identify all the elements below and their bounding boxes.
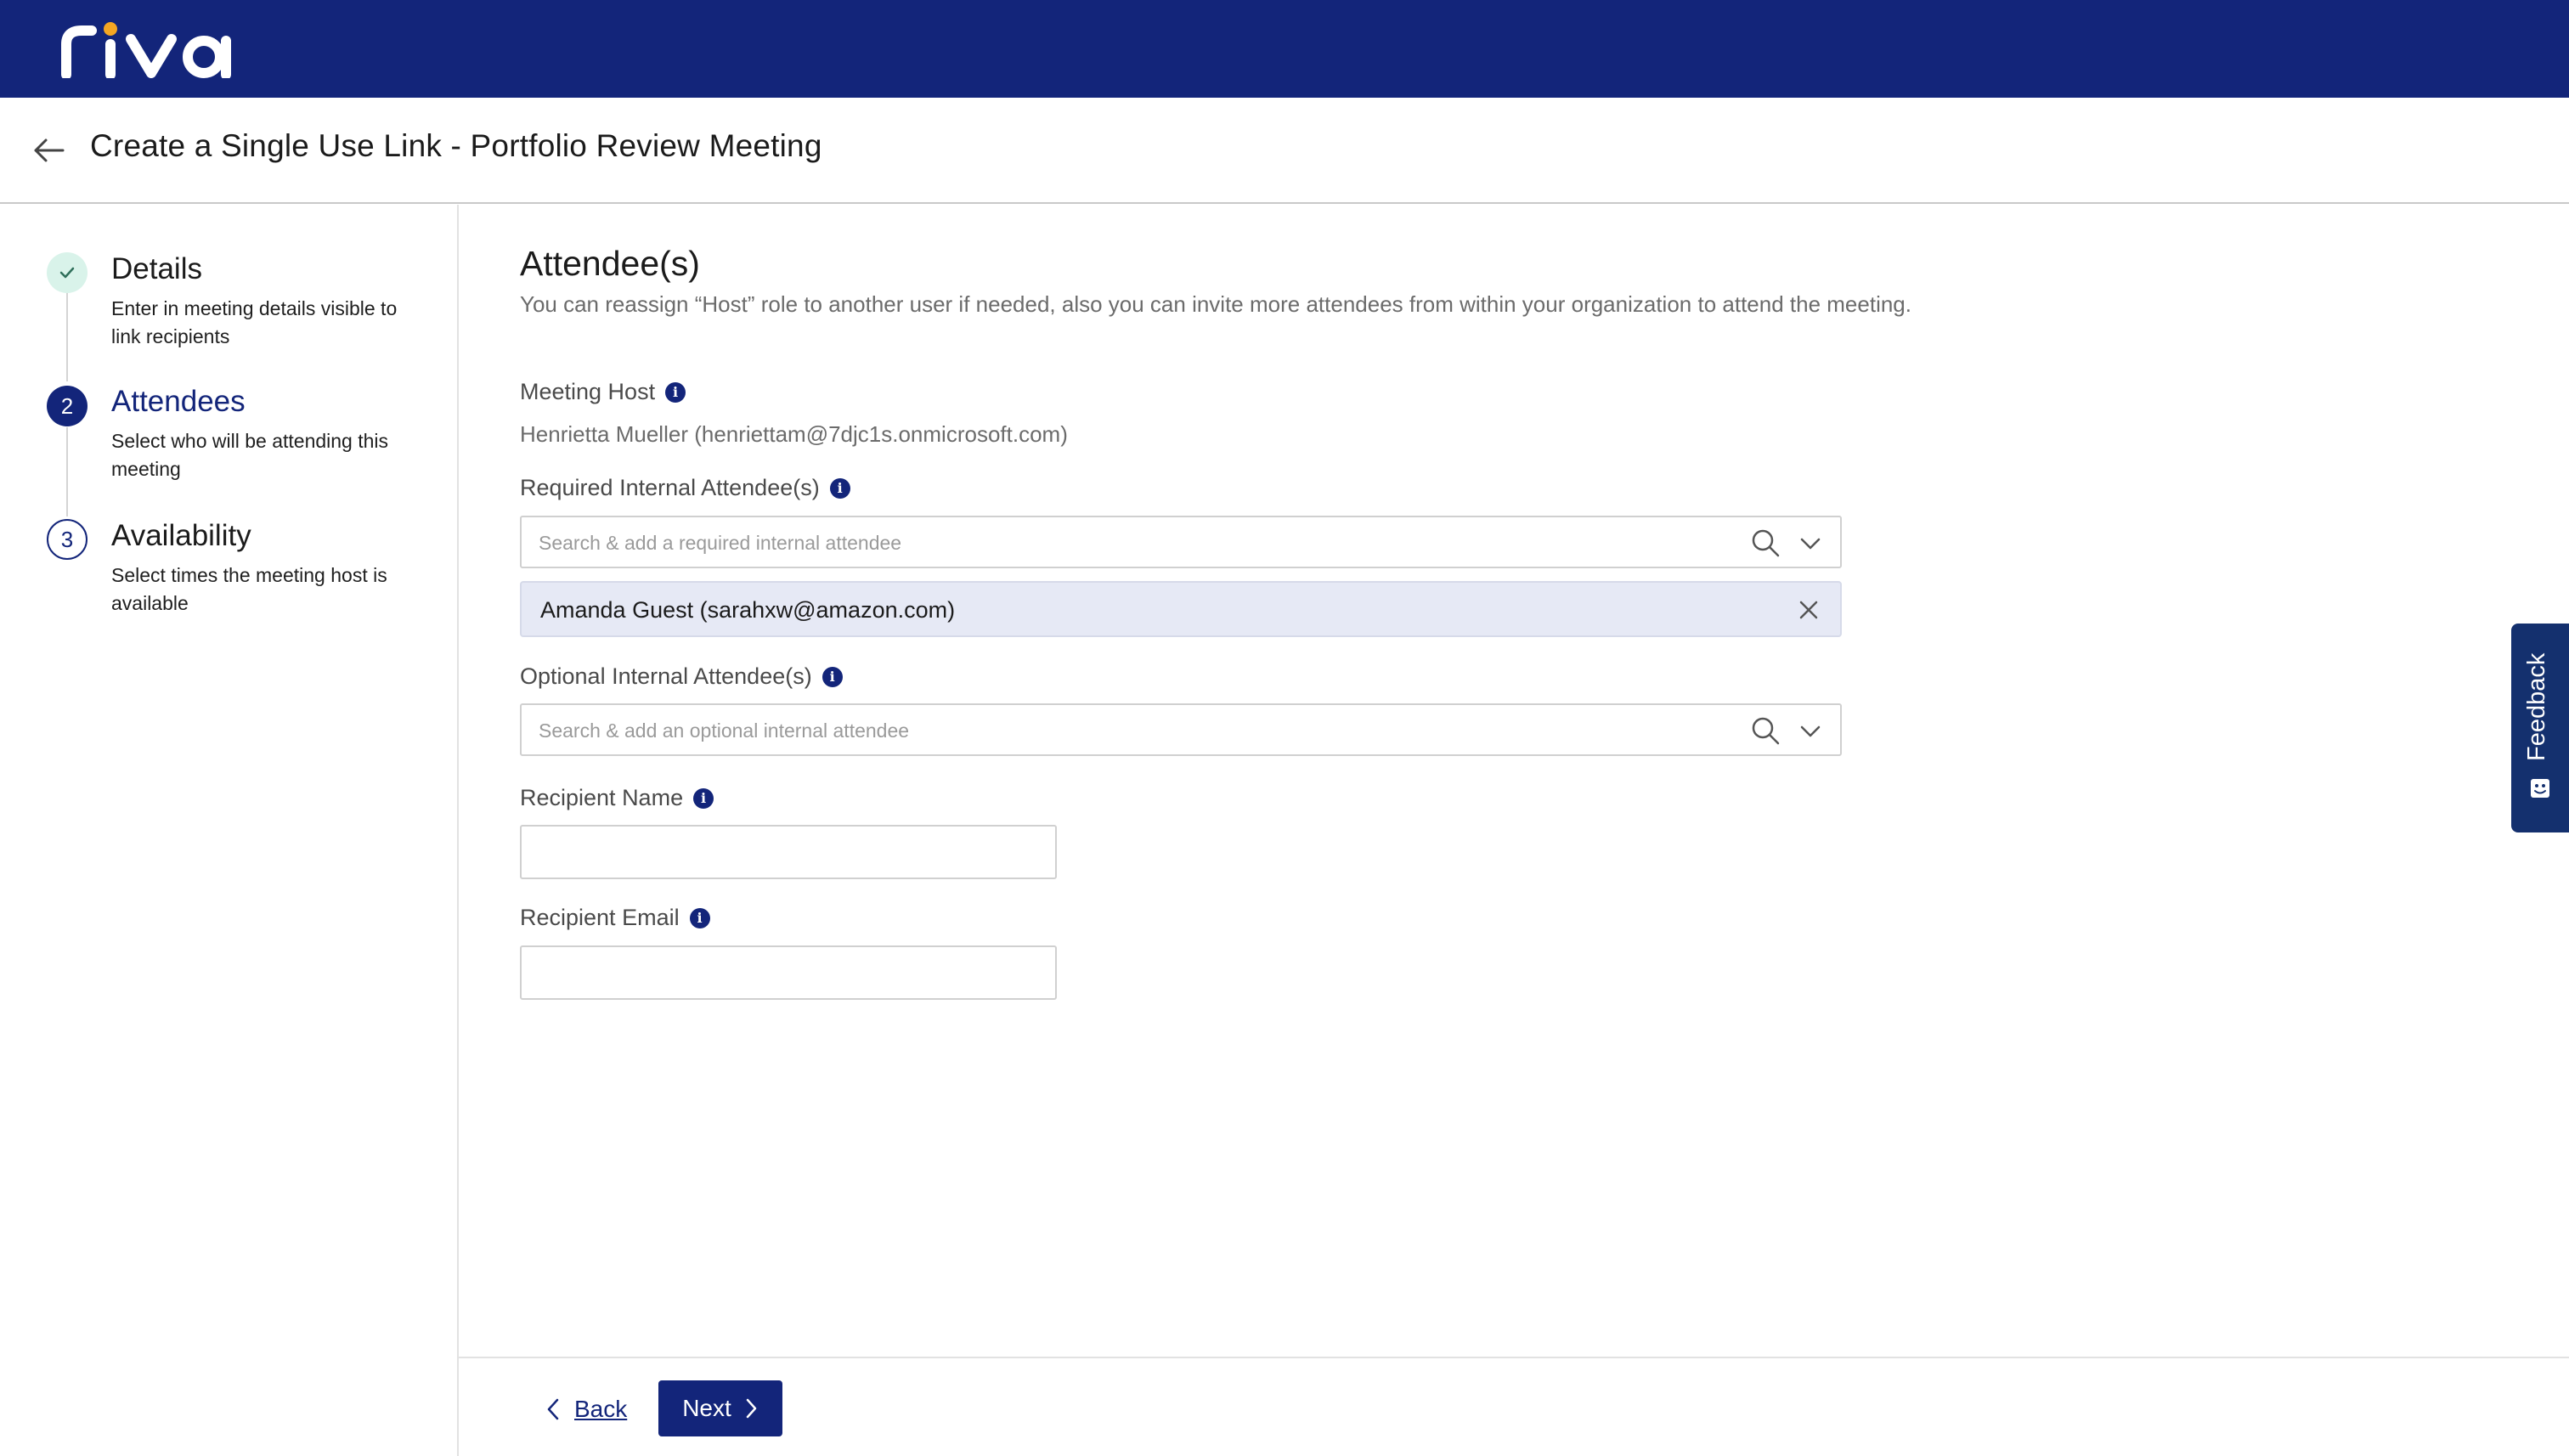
check-icon — [47, 252, 88, 293]
required-attendees-label: Required Internal Attendee(s) i — [520, 475, 850, 501]
recipient-name-label: Recipient Name i — [520, 785, 714, 811]
step-description: Select times the meeting host is availab… — [111, 564, 387, 614]
optional-attendees-label: Optional Internal Attendee(s) i — [520, 663, 843, 690]
step-title: Availability — [111, 519, 251, 552]
info-icon[interactable]: i — [693, 787, 714, 809]
recipient-name-input[interactable] — [520, 825, 1057, 879]
form-footer: Back Next — [459, 1357, 2569, 1456]
section-title: Attendee(s) — [520, 244, 700, 283]
step-description: Enter in meeting details visible to link… — [111, 297, 398, 347]
riva-logo[interactable] — [61, 19, 243, 82]
feedback-label: Feedback — [2523, 652, 2550, 761]
page-title: Create a Single Use Link - Portfolio Rev… — [90, 128, 822, 163]
next-button[interactable]: Next — [658, 1380, 782, 1436]
feedback-tab[interactable]: Feedback — [2511, 624, 2569, 832]
recipient-email-label: Recipient Email i — [520, 905, 710, 931]
step-title: Details — [111, 252, 202, 285]
step-number: 3 — [47, 519, 88, 560]
step-description: Select who will be attending this meetin… — [111, 430, 389, 480]
chevron-left-icon — [547, 1398, 559, 1420]
step-connector — [66, 292, 68, 381]
optional-attendee-search[interactable] — [520, 703, 1842, 756]
section-description: You can reassign “Host” role to another … — [520, 291, 1911, 317]
step-number: 2 — [47, 386, 88, 426]
back-button[interactable]: Back — [544, 1384, 627, 1435]
chevron-down-icon[interactable] — [1798, 719, 1823, 744]
page-header: Create a Single Use Link - Portfolio Rev… — [0, 98, 2569, 204]
selected-attendee-chip: Amanda Guest (sarahxw@amazon.com) — [520, 581, 1842, 637]
arrow-left-icon[interactable] — [31, 132, 68, 169]
meeting-host-label: Meeting Host i — [520, 379, 686, 405]
next-button-label: Next — [682, 1395, 731, 1421]
recipient-email-input[interactable] — [520, 945, 1057, 1000]
chevron-down-icon[interactable] — [1798, 531, 1823, 556]
required-attendee-input[interactable] — [539, 526, 1711, 560]
info-icon[interactable]: i — [689, 907, 710, 928]
stepper-sidebar: Details Enter in meeting details visible… — [0, 205, 459, 1456]
info-icon[interactable]: i — [665, 381, 686, 403]
selected-attendee-name: Amanda Guest (sarahxw@amazon.com) — [540, 597, 956, 623]
back-button-label: Back — [574, 1396, 628, 1422]
top-nav-bar — [0, 0, 2569, 98]
search-icon[interactable] — [1750, 528, 1781, 558]
step-connector — [66, 427, 68, 516]
smiley-icon — [2531, 779, 2549, 798]
step-title: Attendees — [111, 385, 246, 418]
meeting-host-value: Henrietta Mueller (henriettam@7djc1s.onm… — [520, 421, 1068, 447]
info-icon[interactable]: i — [829, 477, 850, 499]
close-icon[interactable] — [1796, 597, 1821, 623]
chevron-right-icon — [746, 1398, 757, 1419]
optional-attendee-input[interactable] — [539, 714, 1711, 748]
required-attendee-search[interactable] — [520, 516, 1842, 568]
search-icon[interactable] — [1750, 715, 1781, 746]
info-icon[interactable]: i — [822, 666, 843, 687]
